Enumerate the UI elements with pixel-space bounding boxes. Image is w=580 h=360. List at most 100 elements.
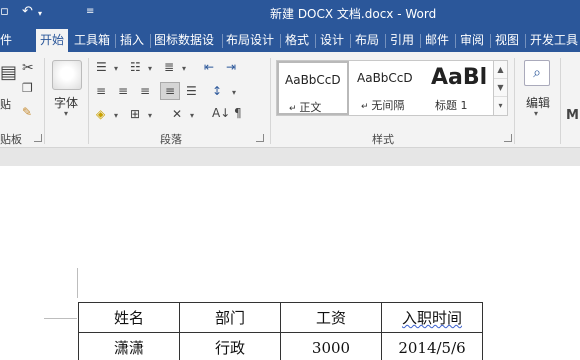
format-painter-icon[interactable]: ✎ [22,106,32,118]
styles-group-label: 样式 [372,133,394,146]
tab-toolbox[interactable]: 工具箱 [74,29,110,52]
align-center-icon[interactable]: ≡ [118,85,128,97]
tab-divider [350,34,351,48]
style-sample: AaBl [431,65,488,90]
numbering-icon[interactable]: ☷ [130,61,141,73]
font-icon[interactable] [52,60,82,90]
tab-review[interactable]: 审阅 [460,29,484,52]
increase-indent-icon[interactable]: ⇥ [226,61,236,73]
group-divider [514,58,515,144]
tab-mailings[interactable]: 邮件 [425,29,449,52]
undo-icon[interactable]: ↶ [22,4,33,19]
tab-divider [150,34,151,48]
table-row: 潇潇 行政 3000 2014/5/6 [78,332,483,360]
align-right-icon[interactable]: ≡ [140,85,150,97]
tab-divider [280,34,281,48]
multilevel-dropdown-icon[interactable]: ▾ [182,65,186,73]
tab-divider [115,34,116,48]
borders-icon[interactable]: ⊞ [130,108,140,120]
tab-layout[interactable]: 布局 [355,29,379,52]
tab-divider [385,34,386,48]
chinese-layout-icon[interactable]: ✕ [172,108,182,120]
styles-gallery: AaBbCcD ↵ 正文 AaBbCcD ↵ 无间隔 AaBl 标题 1 [276,60,494,116]
table-cell[interactable]: 2014/5/6 [381,332,483,360]
find-icon[interactable]: ⌕ [524,60,550,86]
borders-dropdown-icon[interactable]: ▾ [148,112,152,120]
table-cell[interactable]: 3000 [280,332,382,360]
chinese-layout-dropdown-icon[interactable]: ▾ [190,112,194,120]
copy-icon[interactable]: ❐ [22,82,33,94]
gallery-more-icon[interactable]: ▾ [494,97,507,115]
tab-layout-design[interactable]: 布局设计 [226,29,274,52]
paragraph-launcher-icon[interactable] [256,134,264,142]
clipboard-group-label: 贴板 [0,133,22,146]
table-cell[interactable]: 工资 [280,302,382,333]
ribbon-overflow-icon[interactable]: M [566,108,579,123]
margin-marker [77,268,78,298]
style-heading-1[interactable]: AaBl 标题 1 [425,61,493,115]
tab-chart-data[interactable]: 图标数据设 [154,29,214,52]
table-cell[interactable]: 姓名 [78,302,180,333]
multilevel-list-icon[interactable]: ≣ [164,61,174,73]
tab-design[interactable]: 设计 [320,29,344,52]
styles-launcher-icon[interactable] [504,134,512,142]
table-cell[interactable]: 入职时间 [381,302,483,333]
margin-marker [44,318,77,319]
table-header-row: 姓名 部门 工资 入职时间 [78,302,483,333]
distributed-icon[interactable]: ☰ [186,85,197,97]
table-cell[interactable]: 行政 [179,332,281,360]
table-cell[interactable]: 潇潇 [78,332,180,360]
style-name: ↵ 无间隔 [361,99,405,112]
data-table: 姓名 部门 工资 入职时间 潇潇 行政 3000 2014/5/6 [78,302,483,360]
tab-divider [525,34,526,48]
group-divider [560,58,561,144]
undo-dropdown-icon[interactable]: ▾ [38,9,42,18]
style-name: 标题 1 [435,99,468,112]
bullets-dropdown-icon[interactable]: ▾ [114,65,118,73]
tab-divider [490,34,491,48]
paste-icon[interactable]: ▤ [0,64,17,82]
tab-divider [455,34,456,48]
tab-divider [315,34,316,48]
numbering-dropdown-icon[interactable]: ▾ [148,65,152,73]
editing-label[interactable]: 编辑 [526,94,550,111]
font-dropdown-icon[interactable]: ▾ [64,110,68,118]
style-name: ↵ 正文 [289,101,322,114]
show-marks-icon[interactable]: ¶ [234,107,242,119]
gallery-down-icon[interactable]: ▼ [494,79,507,97]
line-spacing-dropdown-icon[interactable]: ▾ [232,89,236,97]
customize-qat-icon[interactable]: ≡ [86,6,94,17]
shading-dropdown-icon[interactable]: ▾ [114,112,118,120]
clipboard-launcher-icon[interactable] [34,134,42,142]
title-bar: ▫ ↶ ▾ ≡ 新建 DOCX 文档.docx - Word [0,0,580,26]
style-sample: AaBbCcD [357,71,413,85]
tab-references[interactable]: 引用 [390,29,414,52]
decrease-indent-icon[interactable]: ⇤ [204,61,214,73]
shading-icon[interactable]: ◈ [96,108,105,120]
tab-file[interactable]: 件 [0,29,12,52]
tab-insert[interactable]: 插入 [120,29,144,52]
styles-gallery-scroll[interactable]: ▲ ▼ ▾ [494,60,508,116]
justify-icon[interactable]: ≡ [160,82,180,100]
bullets-icon[interactable]: ☰ [96,61,107,73]
tab-divider [222,34,223,48]
style-sample: AaBbCcD [285,73,341,87]
line-spacing-icon[interactable]: ↕ [212,85,222,97]
style-no-spacing[interactable]: AaBbCcD ↵ 无间隔 [351,61,423,115]
editing-dropdown-icon[interactable]: ▾ [534,110,538,118]
tab-view[interactable]: 视图 [495,29,519,52]
group-divider [88,58,89,144]
align-left-icon[interactable]: ≡ [96,85,106,97]
cut-icon[interactable]: ✂ [22,61,34,75]
tab-divider [420,34,421,48]
save-icon[interactable]: ▫ [0,4,9,19]
sort-icon[interactable]: A↓ [212,107,230,119]
paste-label[interactable]: 贴 [0,96,11,112]
style-normal[interactable]: AaBbCcD ↵ 正文 [277,61,349,115]
tab-developer[interactable]: 开发工具 [530,29,578,52]
tab-home[interactable]: 开始 [36,29,69,52]
ribbon-tab-bar: 件 开始 工具箱 插入 图标数据设 布局设计 格式 设计 布局 引用 邮件 审阅… [0,26,580,52]
table-cell[interactable]: 部门 [179,302,281,333]
tab-format[interactable]: 格式 [285,29,309,52]
gallery-up-icon[interactable]: ▲ [494,61,507,79]
